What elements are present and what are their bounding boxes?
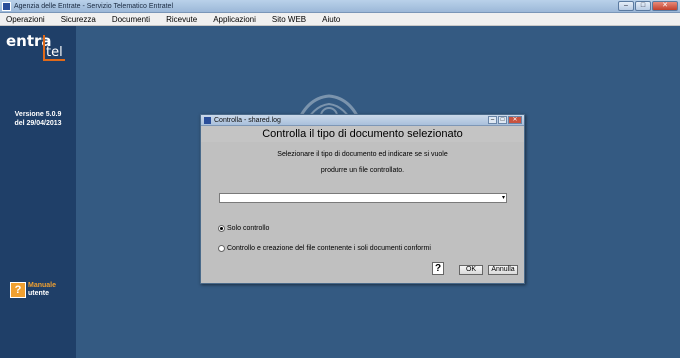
- dialog-description-line1: Selezionare il tipo di documento ed indi…: [277, 151, 448, 158]
- window-title: Agenzia delle Entrate - Servizio Telemat…: [14, 2, 174, 10]
- minimize-button[interactable]: –: [618, 1, 634, 11]
- help-button[interactable]: ?: [432, 262, 444, 275]
- dialog-description-line2: produrre un file controllato.: [320, 167, 405, 174]
- menu-sicurezza[interactable]: Sicurezza: [61, 15, 96, 24]
- document-type-select[interactable]: ▾: [219, 193, 507, 203]
- dialog-maximize-button[interactable]: □: [498, 116, 507, 124]
- dialog-app-icon: [204, 116, 211, 124]
- dialog-title: Controlla - shared.log: [214, 116, 281, 124]
- dialog-body: Selezionare il tipo di documento ed indi…: [201, 142, 524, 283]
- maximize-button[interactable]: □: [635, 1, 651, 11]
- version-number: Versione 5.0.9: [14, 111, 62, 118]
- dialog-title-bar: Controlla - shared.log – □ ✕: [201, 115, 524, 126]
- menu-bar: Operazioni Sicurezza Documenti Ricevute …: [0, 13, 680, 26]
- ok-button[interactable]: OK: [459, 265, 483, 275]
- dialog-controls: – □ ✕: [488, 116, 522, 124]
- controlla-dialog: Controlla - shared.log – □ ✕ Controlla i…: [200, 114, 525, 284]
- version-info: Versione 5.0.9 del 29/04/2013: [0, 110, 76, 128]
- manual-label: Manuale utente: [28, 282, 56, 298]
- help-icon: ?: [10, 282, 26, 298]
- radio-controllo-creazione[interactable]: [218, 245, 225, 252]
- user-manual-link[interactable]: ? Manuale utente: [10, 282, 56, 298]
- close-button[interactable]: ✕: [652, 1, 678, 11]
- menu-documenti[interactable]: Documenti: [112, 15, 150, 24]
- menu-aiuto[interactable]: Aiuto: [322, 15, 340, 24]
- menu-sito-web[interactable]: Sito WEB: [272, 15, 306, 24]
- window-title-bar: Agenzia delle Entrate - Servizio Telemat…: [0, 0, 680, 13]
- entratel-logo: entra tel: [6, 32, 68, 62]
- dialog-heading: Controlla il tipo di documento seleziona…: [201, 126, 524, 142]
- menu-operazioni[interactable]: Operazioni: [6, 15, 45, 24]
- option-controllo-creazione[interactable]: Controllo e creazione del file contenent…: [218, 245, 431, 252]
- manual-label-line2: utente: [28, 290, 49, 297]
- dialog-minimize-button[interactable]: –: [488, 116, 497, 124]
- radio-solo-controllo[interactable]: [218, 225, 225, 232]
- manual-label-line1: Manuale: [28, 282, 57, 289]
- logo-bar-vertical: [43, 35, 45, 61]
- option-solo-controllo[interactable]: Solo controllo: [218, 225, 269, 232]
- logo-text-tel: tel: [46, 45, 63, 60]
- menu-applicazioni[interactable]: Applicazioni: [213, 15, 256, 24]
- window-controls: – □ ✕: [618, 1, 678, 11]
- dialog-close-button[interactable]: ✕: [508, 116, 522, 124]
- app-icon: [2, 1, 11, 11]
- menu-ricevute[interactable]: Ricevute: [166, 15, 197, 24]
- option-solo-controllo-label: Solo controllo: [227, 225, 270, 232]
- cancel-button[interactable]: Annulla: [488, 265, 518, 275]
- option-controllo-creazione-label: Controllo e creazione del file contenent…: [227, 245, 431, 252]
- sidebar: entra tel Versione 5.0.9 del 29/04/2013 …: [0, 26, 76, 358]
- version-date: del 29/04/2013: [14, 120, 62, 127]
- chevron-down-icon[interactable]: ▾: [502, 195, 505, 202]
